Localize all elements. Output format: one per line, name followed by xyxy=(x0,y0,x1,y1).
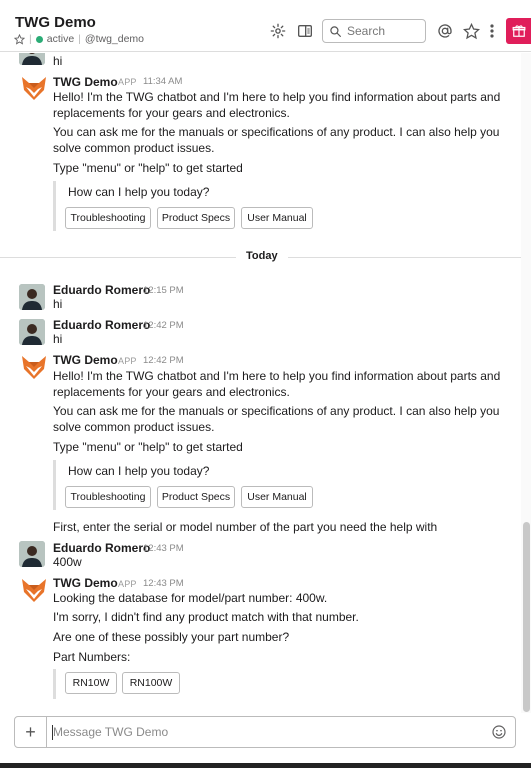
mentions-at-icon[interactable] xyxy=(436,22,454,40)
message-input[interactable] xyxy=(53,723,473,741)
details-pane-icon[interactable] xyxy=(296,22,314,40)
troubleshooting-button[interactable]: Troubleshooting xyxy=(65,207,151,229)
message-text: Looking the database for model/part numb… xyxy=(53,591,328,605)
message-text: Hello! I'm the TWG chatbot and I'm here … xyxy=(53,90,501,120)
date-divider-label[interactable]: Today xyxy=(236,250,288,262)
sender-name[interactable]: TWG Demo xyxy=(53,576,118,590)
troubleshooting-button[interactable]: Troubleshooting xyxy=(65,486,151,508)
message-text: Are one of these possibly your part numb… xyxy=(53,630,290,644)
avatar[interactable] xyxy=(19,53,45,65)
app-tag: APP xyxy=(118,579,137,589)
gear-icon[interactable] xyxy=(269,22,287,40)
channel-handle: @twg_demo xyxy=(84,33,145,45)
meta-separator: | xyxy=(29,33,32,45)
message-text: 400w xyxy=(53,555,82,569)
message-text: Type "menu" or "help" to get started xyxy=(53,440,243,454)
message-text: hi xyxy=(53,54,63,68)
message-timestamp[interactable]: 12:43 PM xyxy=(143,578,184,589)
message-text: hi xyxy=(53,332,63,346)
emoji-smiley-icon[interactable] xyxy=(491,724,507,740)
search-icon xyxy=(330,25,341,37)
bot-fox-avatar[interactable] xyxy=(20,74,48,102)
gift-icon[interactable] xyxy=(506,18,531,44)
message-timestamp[interactable]: 12:42 PM xyxy=(143,320,184,331)
scrollbar-thumb[interactable] xyxy=(523,522,530,712)
app-tag: APP xyxy=(118,356,137,366)
channel-title[interactable]: TWG Demo xyxy=(15,14,96,31)
channel-meta: | active | @twg_demo xyxy=(14,33,144,45)
presence-status: active xyxy=(46,33,75,45)
window-bottom-edge xyxy=(0,763,531,768)
sender-name[interactable]: Eduardo Romero xyxy=(53,541,150,555)
attachment-block xyxy=(53,669,56,699)
message-text: Part Numbers: xyxy=(53,650,131,664)
product-specs-button[interactable]: Product Specs xyxy=(157,486,235,508)
channel-header: TWG Demo | active | @twg_demo Search xyxy=(0,0,531,52)
sender-name[interactable]: TWG Demo xyxy=(53,75,118,89)
search-box[interactable]: Search xyxy=(322,19,426,43)
part-number-button[interactable]: RN100W xyxy=(122,672,180,694)
sender-name[interactable]: TWG Demo xyxy=(53,353,118,367)
product-specs-button[interactable]: Product Specs xyxy=(157,207,235,229)
message-text: You can ask me for the manuals or specif… xyxy=(53,404,500,434)
sender-name[interactable]: Eduardo Romero xyxy=(53,318,150,332)
attachment-prompt: How can I help you today? xyxy=(68,185,210,199)
attachment-prompt: How can I help you today? xyxy=(68,464,210,478)
user-manual-button[interactable]: User Manual xyxy=(241,486,313,508)
plus-icon[interactable]: + xyxy=(15,717,47,747)
message-timestamp[interactable]: 11:34 AM xyxy=(143,76,182,87)
message-text: Type "menu" or "help" to get started xyxy=(53,161,243,175)
message-composer: + xyxy=(14,716,516,748)
star-outline-icon[interactable] xyxy=(14,33,25,45)
user-manual-button[interactable]: User Manual xyxy=(241,207,313,229)
presence-dot-icon xyxy=(35,35,43,43)
avatar[interactable] xyxy=(19,319,45,345)
attachment-block: How can I help you today? xyxy=(53,460,209,510)
message-text: I'm sorry, I didn't find any product mat… xyxy=(53,610,359,624)
app-tag: APP xyxy=(118,77,137,87)
sender-name[interactable]: Eduardo Romero xyxy=(53,283,150,297)
message-timestamp[interactable]: 12:43 PM xyxy=(143,543,184,554)
message-text: You can ask me for the manuals or specif… xyxy=(53,125,500,155)
message-list[interactable]: hi TWG Demo APP 11:34 AM Hello! I'm the … xyxy=(0,53,521,713)
meta-separator: | xyxy=(78,33,81,45)
search-placeholder: Search xyxy=(347,24,386,38)
message-text: hi xyxy=(53,297,63,311)
message-timestamp[interactable]: 12:42 PM xyxy=(143,355,184,366)
message-text: Hello! I'm the TWG chatbot and I'm here … xyxy=(53,369,501,399)
avatar[interactable] xyxy=(19,284,45,310)
attachment-block: How can I help you today? xyxy=(53,181,209,231)
bot-fox-avatar[interactable] xyxy=(20,576,48,604)
more-vertical-icon[interactable] xyxy=(487,22,497,40)
part-number-button[interactable]: RN10W xyxy=(65,672,117,694)
message-text: First, enter the serial or model number … xyxy=(53,520,438,534)
starred-items-icon[interactable] xyxy=(462,22,480,40)
bot-fox-avatar[interactable] xyxy=(20,353,48,381)
avatar[interactable] xyxy=(19,541,45,567)
message-timestamp[interactable]: 12:15 PM xyxy=(143,285,184,296)
